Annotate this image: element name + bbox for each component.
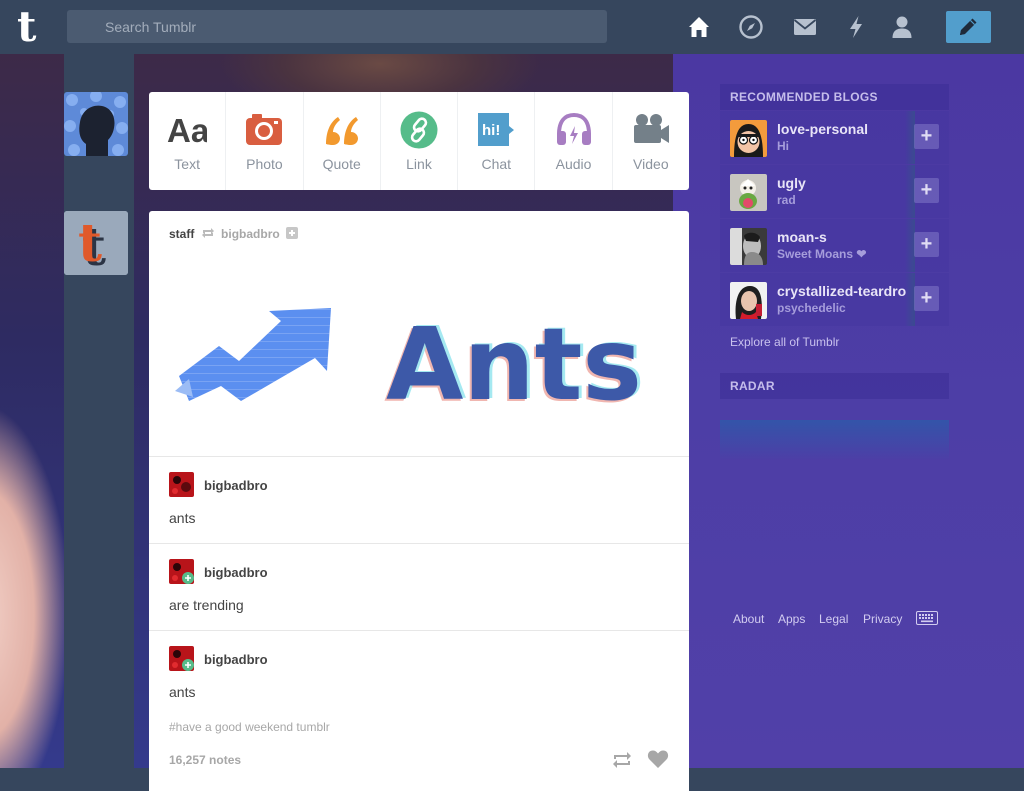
account-person-icon[interactable] (889, 14, 915, 40)
post-type-bar: Aa Text Photo Quote Link hi! Chat Audio … (149, 92, 689, 190)
recommended-blogs-title: RECOMMENDED BLOGS (720, 84, 949, 110)
post-type-photo-button[interactable]: Photo (226, 92, 304, 190)
search-input[interactable] (67, 10, 607, 43)
recommended-blog-item[interactable]: love-personal Hi + (720, 111, 949, 164)
footer-legal-link[interactable]: Legal (819, 612, 848, 626)
explore-compass-icon[interactable] (738, 14, 764, 40)
footer-privacy-link[interactable]: Privacy (863, 612, 902, 626)
post-header: staff bigbadbro (169, 227, 299, 241)
blog-avatar[interactable] (730, 120, 767, 157)
post-type-label: Link (406, 156, 432, 172)
video-camera-icon (633, 114, 669, 143)
post-notes-count[interactable]: 16,257 notes (169, 753, 241, 767)
blog-description: Sweet Moans ❤ (777, 247, 867, 261)
follow-plus-button[interactable]: + (914, 124, 939, 149)
svg-text:Aa: Aa (167, 112, 207, 149)
recommended-blog-item[interactable]: ugly rad + (720, 165, 949, 218)
top-header: t (0, 0, 1024, 54)
pencil-icon (960, 18, 977, 35)
quote-marks-icon (325, 117, 358, 145)
reblog-arrow-icon (201, 228, 214, 238)
home-icon[interactable] (686, 14, 712, 40)
post-type-audio-button[interactable]: Audio (535, 92, 613, 190)
blog-avatar[interactable] (730, 228, 767, 265)
reblog-text: ants (169, 684, 196, 700)
blog-avatar[interactable] (730, 174, 767, 211)
reblog-text: ants (169, 510, 196, 526)
post-author-link[interactable]: staff (169, 227, 194, 241)
reblog-icon[interactable] (611, 750, 633, 770)
reblogger-avatar[interactable] (169, 559, 194, 584)
footer-apps-link[interactable]: Apps (778, 612, 805, 626)
blog-name[interactable]: love-personal (777, 121, 909, 137)
blog-description: Hi (777, 139, 789, 153)
follow-plus-button[interactable]: + (914, 286, 939, 311)
post-type-link-button[interactable]: Link (381, 92, 459, 190)
recommended-blog-item[interactable]: moan-s Sweet Moans ❤ + (720, 219, 949, 272)
post-type-label: Audio (555, 156, 592, 172)
dashboard-post: staff bigbadbro Ants Ants Ants bigbadbro… (149, 211, 689, 791)
compose-button[interactable] (946, 11, 991, 43)
keyboard-shortcuts-icon[interactable] (916, 611, 938, 625)
reblogger-name[interactable]: bigbadbro (204, 652, 268, 667)
activity-lightning-icon[interactable] (843, 14, 869, 40)
divider (149, 456, 689, 457)
reblogger-avatar[interactable] (169, 646, 194, 671)
follow-plus-button[interactable]: + (914, 232, 939, 257)
post-type-video-button[interactable]: Video (613, 92, 689, 190)
radar-title: RADAR (720, 373, 949, 399)
reblog-text: are trending (169, 597, 244, 613)
post-type-quote-button[interactable]: Quote (304, 92, 381, 190)
post-image: Ants Ants Ants (175, 305, 645, 425)
reblogger-name[interactable]: bigbadbro (204, 565, 268, 580)
post-type-label: Quote (322, 156, 361, 172)
trending-arrow-icon (175, 308, 331, 401)
post-type-text-button[interactable]: Aa Text (149, 92, 227, 190)
blog-name[interactable]: moan-s (777, 229, 909, 245)
explore-all-link[interactable]: Explore all of Tumblr (730, 335, 839, 349)
follow-plus-button[interactable]: + (914, 178, 939, 203)
reblogged-from-link[interactable]: bigbadbro (221, 227, 280, 241)
footer-about-link[interactable]: About (733, 612, 764, 626)
svg-text:t: t (78, 213, 102, 274)
blog-description: psychedelic (777, 301, 846, 315)
post-tags[interactable]: #have a good weekend tumblr (169, 720, 330, 734)
inbox-mail-icon[interactable] (792, 14, 818, 40)
reblogger-avatar[interactable] (169, 472, 194, 497)
blog-name[interactable]: ugly (777, 175, 909, 191)
post-type-chat-button[interactable]: hi! Chat (458, 92, 536, 190)
divider (149, 630, 689, 631)
svg-text:hi!: hi! (482, 122, 500, 139)
camera-icon (246, 114, 283, 145)
tumblr-logo[interactable]: t (17, 6, 49, 48)
like-heart-icon[interactable] (647, 749, 669, 769)
post-type-label: Text (174, 156, 200, 172)
dashboard-rail (64, 54, 134, 768)
blog-name[interactable]: crystallized-teardro (777, 283, 909, 299)
chat-bubble-icon: hi! (478, 113, 515, 146)
post-type-label: Photo (246, 156, 283, 172)
user-avatar[interactable] (64, 92, 128, 156)
post-type-label: Video (633, 156, 669, 172)
follow-plus-icon[interactable] (286, 227, 299, 239)
radar-post-preview[interactable] (720, 420, 949, 460)
recommended-blog-item[interactable]: crystallized-teardro psychedelic + (720, 273, 949, 326)
headphones-icon (556, 112, 591, 145)
link-chain-icon (400, 111, 438, 149)
image-caption-main: Ants (386, 306, 642, 423)
blog-avatar[interactable] (730, 282, 767, 319)
blog-description: rad (777, 193, 796, 207)
reblogger-name[interactable]: bigbadbro (204, 478, 268, 493)
divider (149, 543, 689, 544)
text-aa-icon: Aa (167, 112, 207, 149)
post-type-label: Chat (481, 156, 512, 172)
staff-avatar[interactable]: t t (64, 211, 128, 275)
